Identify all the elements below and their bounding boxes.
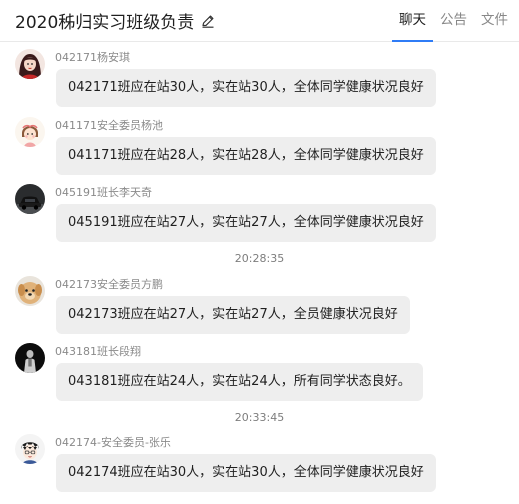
avatar-anime-boy[interactable] bbox=[15, 434, 45, 464]
avatar-dark-figure[interactable] bbox=[15, 343, 45, 373]
message-bubble[interactable]: 045191班应在站27人，实在站27人，全体同学健康状况良好 bbox=[56, 204, 436, 242]
tab-announcements[interactable]: 公告 bbox=[433, 0, 474, 42]
title-area: 2020秭归实习班级负责 bbox=[15, 8, 216, 33]
timestamp: 20:28:35 bbox=[234, 252, 285, 265]
sender-name: 043181班长段翔 bbox=[55, 345, 141, 358]
tab-chat[interactable]: 聊天 bbox=[392, 0, 433, 42]
chat-header: 2020秭归实习班级负责 聊天 公告 文件 bbox=[0, 0, 519, 42]
tab-bar: 聊天 公告 文件 bbox=[392, 0, 515, 42]
chat-message-list[interactable]: 042171杨安琪 042171班应在站30人，实在站30人，全体同学健康状况良… bbox=[0, 42, 519, 504]
avatar-girl-red[interactable] bbox=[15, 49, 45, 79]
message-bubble[interactable]: 042171班应在站30人，实在站30人，全体同学健康状况良好 bbox=[56, 69, 436, 107]
sender-name: 045191班长李天奇 bbox=[55, 186, 152, 199]
sender-name: 042171杨安琪 bbox=[55, 51, 130, 64]
avatar-dog[interactable] bbox=[15, 276, 45, 306]
message-bubble[interactable]: 043181班应在站24人，实在站24人，所有同学状态良好。 bbox=[56, 363, 423, 401]
timestamp: 20:33:45 bbox=[234, 411, 285, 424]
message-bubble[interactable]: 041171班应在站28人，实在站28人，全体同学健康状况良好 bbox=[56, 137, 436, 175]
sender-name: 041171安全委员杨池 bbox=[55, 119, 163, 132]
sender-name: 042173安全委员方鹏 bbox=[55, 278, 163, 291]
avatar-dark-car[interactable] bbox=[15, 184, 45, 214]
page-title: 2020秭归实习班级负责 bbox=[15, 13, 195, 33]
message-bubble[interactable]: 042174班应在站30人，实在站30人，全体同学健康状况良好 bbox=[56, 454, 436, 492]
sender-name: 042174-安全委员-张乐 bbox=[55, 436, 171, 449]
avatar-cartoon-girl[interactable] bbox=[15, 117, 45, 147]
message-bubble[interactable]: 042173班应在站27人，实在站27人，全员健康状况良好 bbox=[56, 296, 410, 334]
tab-files[interactable]: 文件 bbox=[474, 0, 515, 42]
edit-icon[interactable] bbox=[200, 13, 216, 29]
